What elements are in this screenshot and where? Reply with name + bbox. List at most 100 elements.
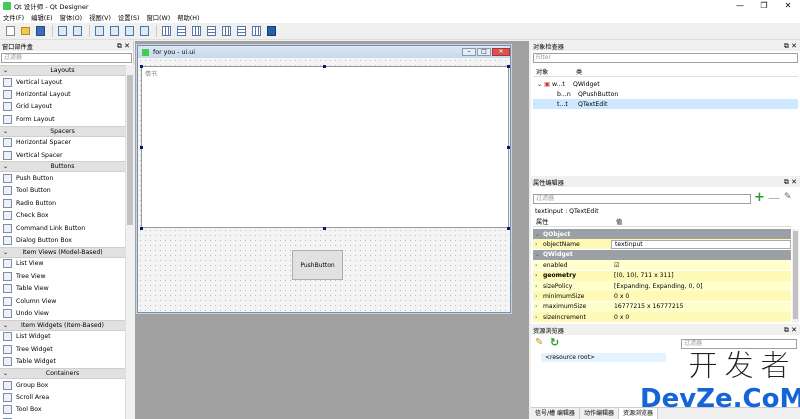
menu-edit[interactable]: 编辑(E) [31, 13, 53, 22]
property-value[interactable]: ☑ [611, 262, 791, 269]
widget-item[interactable]: Group Box [0, 379, 125, 391]
menu-file[interactable]: 文件(F) [3, 13, 24, 22]
selection-handle[interactable] [507, 146, 510, 149]
configure-icon[interactable]: ✎ [784, 192, 792, 202]
adjust-size-icon[interactable] [265, 25, 278, 38]
category-header[interactable]: ⌄ Buttons [0, 161, 125, 173]
minimize-button[interactable]: — [728, 0, 752, 12]
edit-resources-icon[interactable]: ✎ [535, 337, 543, 348]
category-header[interactable]: ⌄ Item Widgets (Item-Based) [0, 319, 125, 331]
menu-settings[interactable]: 设置(S) [118, 13, 140, 22]
widget-box-scrollbar[interactable] [125, 65, 134, 419]
property-row[interactable]: › objectName textinput [533, 239, 791, 250]
text-edit-widget[interactable]: 情书 [141, 66, 509, 228]
widget-item[interactable]: Dialog Button Box [0, 234, 125, 246]
selection-handle[interactable] [140, 227, 143, 230]
widget-item[interactable]: Check Box [0, 210, 125, 222]
object-tree-row[interactable]: ⌄ ▣ w...t QWidget [533, 79, 798, 89]
paste-icon[interactable] [71, 25, 84, 38]
open-folder-icon[interactable] [19, 25, 32, 38]
property-group-row[interactable]: ⌄ QObject [533, 229, 791, 239]
layout-splitter-v-icon[interactable] [205, 25, 218, 38]
widget-item[interactable]: Push Button [0, 172, 125, 184]
category-header[interactable]: ⌄ Layouts [0, 65, 125, 76]
property-filter-input[interactable]: 过滤器 [533, 194, 751, 204]
property-row[interactable]: › enabled ☑ [533, 260, 791, 271]
reload-icon[interactable]: ↻ [550, 336, 559, 349]
selection-handle[interactable] [507, 65, 510, 68]
layout-vertical-icon[interactable] [175, 25, 188, 38]
edit-widgets-icon[interactable] [93, 25, 106, 38]
property-value[interactable]: [Expanding, Expanding, 0, 0] [611, 283, 791, 290]
selection-handle[interactable] [140, 65, 143, 68]
widget-item[interactable]: Grid Layout [0, 101, 125, 113]
property-value[interactable]: 0 x 0 [611, 314, 791, 321]
break-layout-icon[interactable] [250, 25, 263, 38]
menu-window[interactable]: 窗口(W) [146, 13, 170, 22]
form-canvas[interactable]: 情书 PushButton [138, 58, 510, 312]
resource-filter-input[interactable]: 过滤器 [681, 339, 797, 349]
category-header[interactable]: ⌄ Containers [0, 367, 125, 379]
layout-form-icon[interactable] [235, 25, 248, 38]
form-maximize-button[interactable]: □ [477, 48, 491, 56]
save-icon[interactable] [34, 25, 47, 38]
push-button-widget[interactable]: PushButton [292, 250, 343, 280]
tab-signal-slot-editor[interactable]: 信号/槽 编辑器 [531, 408, 580, 419]
widget-item[interactable]: List Widget [0, 331, 125, 343]
maximize-button[interactable]: ❐ [752, 0, 776, 12]
property-row[interactable]: › sizePolicy [Expanding, Expanding, 0, 0] [533, 281, 791, 291]
selection-handle[interactable] [323, 227, 326, 230]
dock-buttons[interactable]: ⧉ ✕ [784, 42, 797, 51]
widget-item[interactable]: Horizontal Layout [0, 88, 125, 100]
remove-property-icon[interactable]: — [768, 192, 780, 204]
category-header[interactable]: ⌄ Spacers [0, 125, 125, 137]
layout-splitter-h-icon[interactable] [190, 25, 203, 38]
widget-item[interactable]: Tool Box [0, 404, 125, 416]
object-tree-row-selected[interactable]: t...t QTextEdit [533, 99, 798, 109]
layout-grid-icon[interactable] [220, 25, 233, 38]
property-value[interactable]: 16777215 x 16777215 [611, 303, 791, 310]
menu-help[interactable]: 帮助(H) [177, 13, 199, 22]
property-row[interactable]: › minimumSize 0 x 0 [533, 291, 791, 302]
widget-item[interactable]: Radio Button [0, 197, 125, 209]
copy-icon[interactable] [56, 25, 69, 38]
menu-view[interactable]: 视图(V) [89, 13, 111, 22]
dock-buttons[interactable]: ⧉ ✕ [784, 326, 797, 335]
widget-item[interactable]: List View [0, 258, 125, 270]
layout-horizontal-icon[interactable] [160, 25, 173, 38]
widget-item[interactable]: Tree Widget [0, 343, 125, 355]
property-row[interactable]: › geometry [(0, 10), 711 x 311] [533, 270, 791, 281]
add-property-icon[interactable]: + [754, 191, 765, 204]
menu-form[interactable]: 窗体(O) [60, 13, 82, 22]
property-value[interactable]: textinput [611, 239, 791, 249]
object-filter-input[interactable]: Filter [533, 53, 798, 63]
edit-signals-icon[interactable] [108, 25, 121, 38]
widget-item[interactable]: Command Link Button [0, 222, 125, 234]
property-row[interactable]: › sizeIncrement 0 x 0 [533, 312, 791, 323]
selection-handle[interactable] [323, 65, 326, 68]
property-scrollbar[interactable] [792, 229, 799, 323]
close-button[interactable]: ✕ [776, 0, 800, 12]
dock-buttons[interactable]: ⧉ ✕ [117, 42, 130, 51]
property-value[interactable]: [(0, 10), 711 x 311] [611, 272, 791, 279]
selection-handle[interactable] [507, 227, 510, 230]
new-file-icon[interactable] [4, 25, 17, 38]
widget-filter-input[interactable]: 过滤器 [1, 53, 132, 63]
widget-item[interactable]: Table Widget [0, 355, 125, 367]
property-group-row[interactable]: ⌄ QWidget [533, 249, 791, 260]
widget-item[interactable]: Vertical Spacer [0, 149, 125, 161]
widget-item[interactable]: Form Layout [0, 113, 125, 125]
edit-buddies-icon[interactable] [123, 25, 136, 38]
widget-item[interactable]: Table View [0, 282, 125, 294]
edit-tab-order-icon[interactable] [138, 25, 151, 38]
form-window[interactable]: for you - ui.ui – □ ✕ 情书 PushButton [137, 45, 511, 313]
widget-item[interactable]: Scroll Area [0, 391, 125, 403]
widget-item[interactable]: Horizontal Spacer [0, 137, 125, 149]
widget-item[interactable]: Column View [0, 295, 125, 307]
widget-item[interactable]: Undo View [0, 307, 125, 319]
property-value[interactable]: 0 x 0 [611, 293, 791, 300]
tab-action-editor[interactable]: 动作编辑器 [580, 408, 619, 419]
form-close-button[interactable]: ✕ [492, 48, 510, 56]
category-header[interactable]: ⌄ Item Views (Model-Based) [0, 246, 125, 258]
widget-item[interactable]: Tool Button [0, 185, 125, 197]
